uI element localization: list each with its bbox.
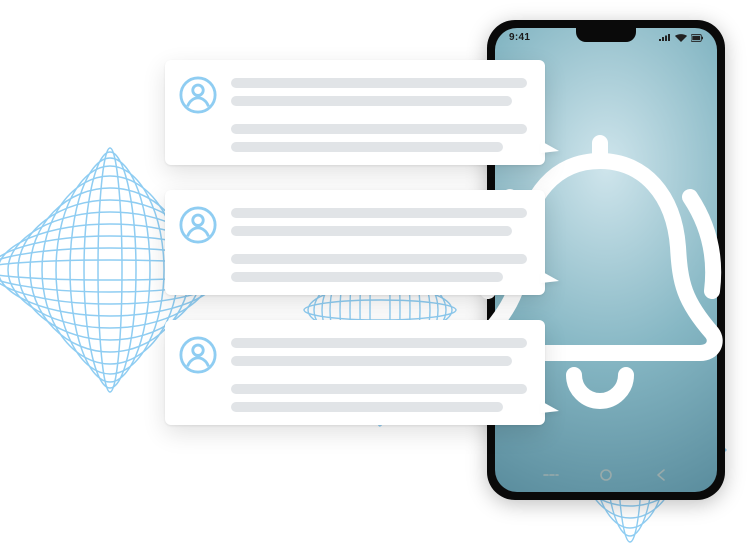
- signal-icon: [659, 34, 671, 42]
- notification-text-placeholder: [231, 74, 527, 153]
- user-avatar-icon: [179, 206, 217, 244]
- android-navigation-bar: [495, 466, 717, 484]
- wifi-icon: [675, 34, 687, 42]
- recents-icon[interactable]: [542, 466, 560, 484]
- battery-icon: [691, 34, 703, 42]
- back-icon[interactable]: [652, 466, 670, 484]
- notification-card[interactable]: [165, 320, 545, 425]
- status-bar: 9:41: [495, 32, 717, 43]
- notification-text-placeholder: [231, 334, 527, 413]
- home-icon[interactable]: [597, 466, 615, 484]
- illustration-canvas: 9:41: [0, 0, 750, 500]
- user-avatar-icon: [179, 336, 217, 374]
- notification-text-placeholder: [231, 204, 527, 283]
- notification-card[interactable]: [165, 190, 545, 295]
- status-time: 9:41: [509, 32, 530, 43]
- user-avatar-icon: [179, 76, 217, 114]
- notification-card[interactable]: [165, 60, 545, 165]
